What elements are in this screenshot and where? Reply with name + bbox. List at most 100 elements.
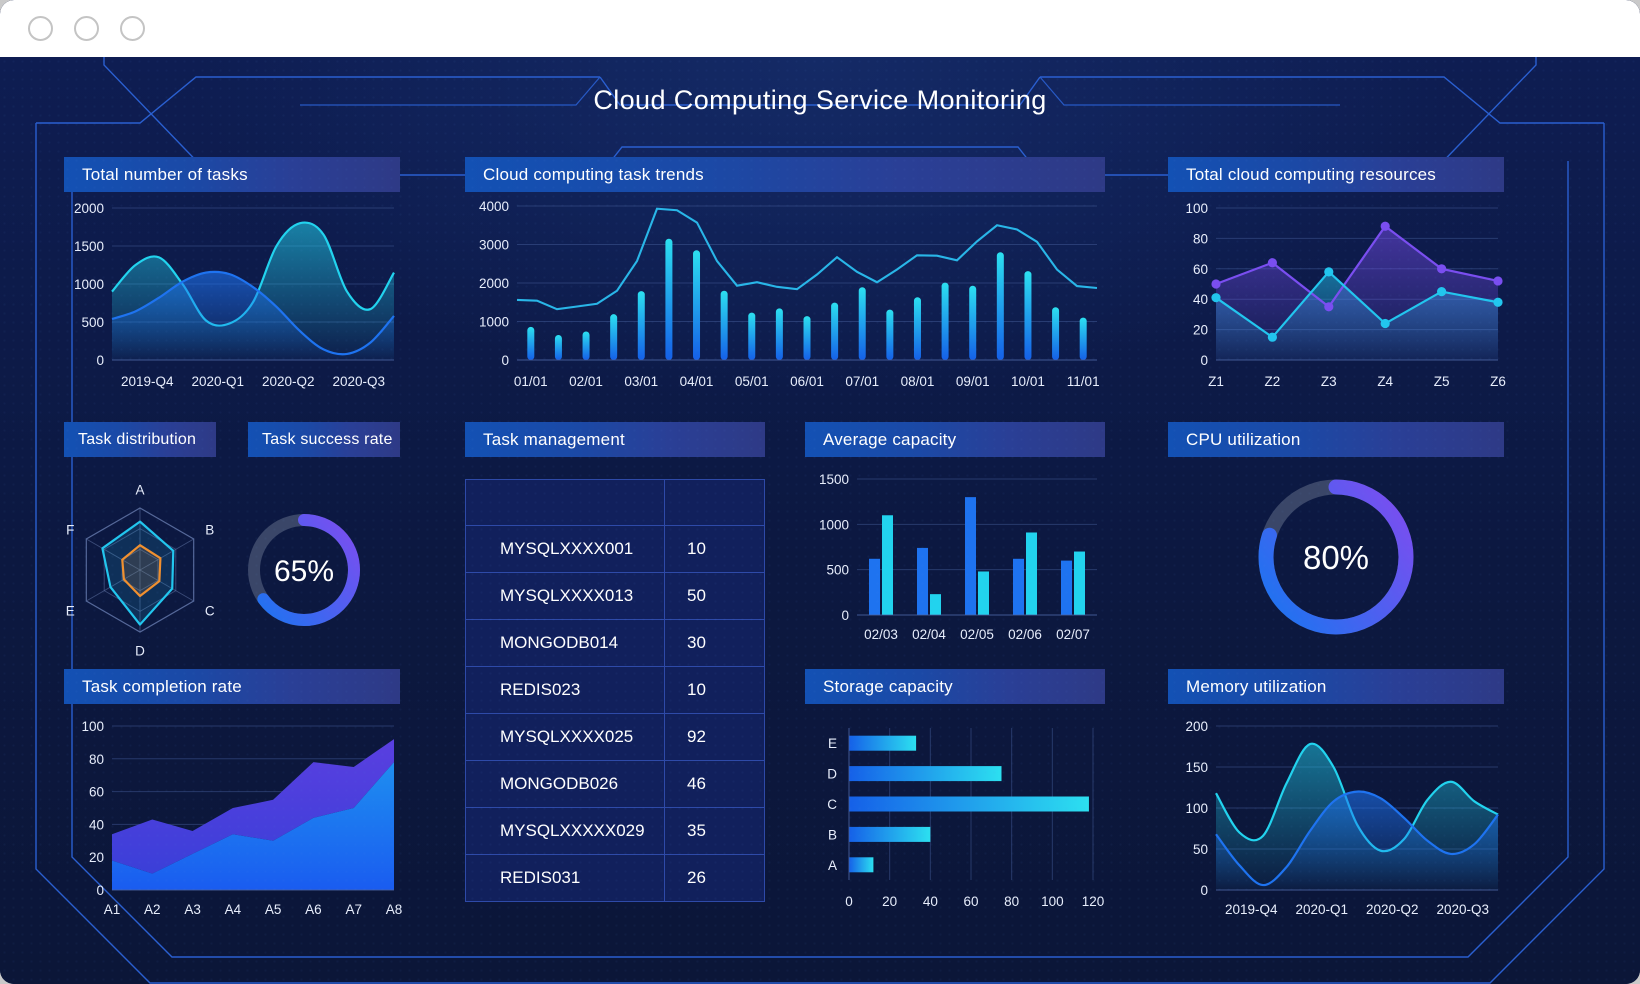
table-row[interactable]: REDIS023 10 [465,666,765,714]
panel-title-cpu-utilization: CPU utilization [1168,422,1504,457]
svg-text:0: 0 [841,608,849,623]
svg-text:02/03: 02/03 [864,627,898,642]
svg-text:Z3: Z3 [1321,374,1337,389]
svg-text:2019-Q4: 2019-Q4 [1225,902,1278,917]
svg-text:10/01: 10/01 [1011,374,1045,389]
svg-text:60: 60 [89,785,104,800]
table-row[interactable]: MONGODB014 30 [465,619,765,667]
svg-text:07/01: 07/01 [845,374,879,389]
svg-text:20: 20 [89,850,104,865]
table-cell-value: 10 [664,525,765,573]
svg-text:F: F [66,523,74,538]
svg-text:40: 40 [923,894,938,909]
panel-title-task-trends: Cloud computing task trends [465,157,1105,192]
table-cell-name: REDIS023 [465,666,665,714]
svg-text:04/01: 04/01 [680,374,714,389]
panel-total-tasks: Total number of tasks 0 500 1000 1500 2000 20… [64,157,400,412]
table-row[interactable]: MYSQLXXXX001 10 [465,525,765,573]
svg-text:A3: A3 [184,902,201,917]
panel-title-task-completion-rate: Task completion rate [64,669,400,704]
svg-text:A5: A5 [265,902,282,917]
svg-text:Z2: Z2 [1265,374,1281,389]
svg-text:1000: 1000 [819,517,849,532]
svg-text:0: 0 [845,894,853,909]
svg-text:2020-Q1: 2020-Q1 [1295,902,1348,917]
svg-text:A2: A2 [144,902,161,917]
panel-task-success-rate: Task success rate [248,422,400,457]
svg-text:A4: A4 [225,902,242,917]
svg-text:500: 500 [826,563,849,578]
svg-text:Z6: Z6 [1490,374,1506,389]
svg-text:2020-Q3: 2020-Q3 [1436,902,1489,917]
svg-text:1000: 1000 [74,277,104,292]
table-cell-name: MONGODB026 [465,760,665,808]
table-header-cell [465,479,665,526]
svg-text:60: 60 [1193,262,1208,277]
panel-cpu-utilization: CPU utilization 80% [1168,422,1504,662]
svg-text:06/01: 06/01 [790,374,824,389]
panel-title-average-capacity: Average capacity [805,422,1105,457]
svg-text:20: 20 [1193,323,1208,338]
svg-text:A8: A8 [386,902,403,917]
svg-text:A7: A7 [345,902,362,917]
panel-title-storage-capacity: Storage capacity [805,669,1105,704]
svg-text:65%: 65% [274,555,334,588]
svg-text:0: 0 [96,883,104,898]
app-window: Cloud Computing Service Monitoring Total… [0,0,1640,984]
svg-text:100: 100 [1041,894,1064,909]
svg-text:02/06: 02/06 [1008,627,1042,642]
svg-text:2000: 2000 [479,276,509,291]
chart-cpu-utilization: 80% [1168,457,1504,662]
svg-text:A: A [135,482,144,497]
svg-text:80: 80 [1004,894,1019,909]
window-minimize-button[interactable] [74,16,99,41]
svg-text:0: 0 [1200,353,1208,368]
page-title: Cloud Computing Service Monitoring [593,85,1047,115]
table-row[interactable]: MONGODB026 46 [465,760,765,808]
svg-text:C: C [205,603,215,618]
table-row[interactable]: MYSQLXXXX013 50 [465,572,765,620]
svg-text:2020-Q2: 2020-Q2 [262,374,315,389]
panel-task-distribution: Task distribution [64,422,216,457]
svg-text:Z5: Z5 [1434,374,1450,389]
table-row[interactable]: MYSQLXXXXX029 35 [465,807,765,855]
svg-text:40: 40 [89,817,104,832]
window-maximize-button[interactable] [120,16,145,41]
svg-text:100: 100 [81,719,104,734]
chart-average-capacity: 0 500 1000 1500 02/03 02/04 02/05 02/06 02/07 [805,457,1105,662]
panel-title-total-tasks: Total number of tasks [64,157,400,192]
table-cell-name: MYSQLXXXX001 [465,525,665,573]
table-cell-value: 46 [664,760,765,808]
svg-text:A6: A6 [305,902,322,917]
svg-text:80: 80 [1193,231,1208,246]
window-close-button[interactable] [28,16,53,41]
svg-text:60: 60 [963,894,978,909]
panel-average-capacity: Average capacity 0 500 1000 1500 02/03 02/04 0… [805,422,1105,662]
panel-title-task-management: Task management [465,422,765,457]
table-row[interactable]: MYSQLXXXX025 92 [465,713,765,761]
svg-text:0: 0 [501,353,509,368]
svg-text:B: B [828,827,837,842]
task-management-table-wrap[interactable]: MYSQLXXXX001 10 MYSQLXXXX013 50 MONGODB014 30… [465,479,765,902]
svg-text:E: E [66,603,75,618]
panel-task-completion-rate: Task completion rate 0 20 40 60 80 100 A1 A2 A3 A… [64,669,403,944]
svg-text:A: A [828,858,837,873]
panel-storage-capacity: Storage capacity 0 20 40 60 80 100 120 E D C B A [805,669,1105,944]
svg-text:B: B [205,523,214,538]
dashboard: Cloud Computing Service Monitoring Total… [0,57,1640,984]
svg-text:02/01: 02/01 [569,374,603,389]
table-row[interactable]: REDIS031 26 [465,854,765,902]
chart-total-resources: 0 20 40 60 80 100 Z1 Z2 Z3 Z4 Z5 Z6 [1168,192,1506,412]
svg-text:50: 50 [1193,842,1208,857]
svg-text:A1: A1 [104,902,121,917]
header: Cloud Computing Service Monitoring [0,79,1640,122]
svg-text:11/01: 11/01 [1067,374,1100,389]
svg-text:20: 20 [882,894,897,909]
svg-text:2020-Q1: 2020-Q1 [191,374,244,389]
svg-text:03/01: 03/01 [624,374,658,389]
svg-text:09/01: 09/01 [956,374,990,389]
svg-text:2019-Q4: 2019-Q4 [121,374,174,389]
svg-text:2020-Q2: 2020-Q2 [1366,902,1419,917]
svg-text:2020-Q3: 2020-Q3 [332,374,385,389]
svg-text:Z1: Z1 [1208,374,1224,389]
